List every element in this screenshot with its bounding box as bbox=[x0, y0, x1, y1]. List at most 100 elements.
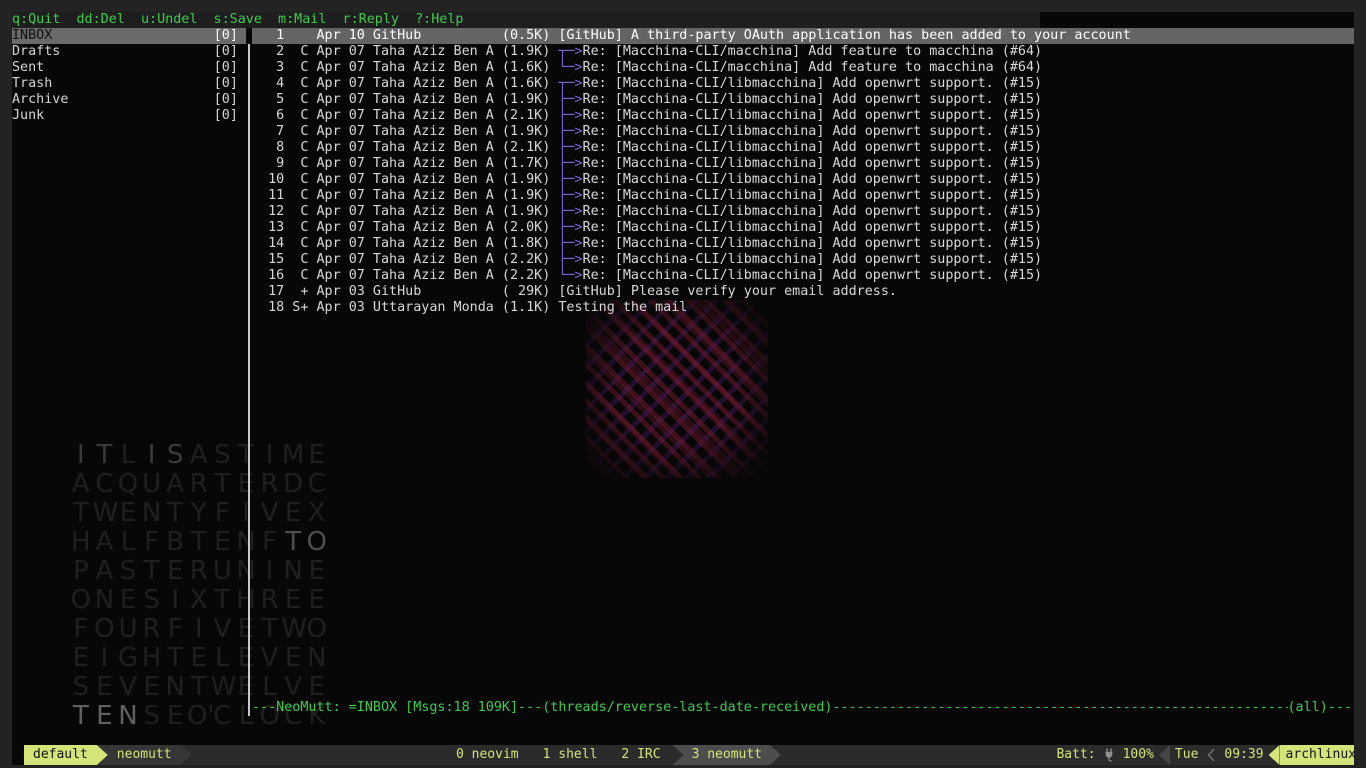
word-clock-letter: I bbox=[258, 557, 282, 586]
word-clock-letter: E bbox=[211, 528, 235, 557]
thread-tree-icon: ┬─> bbox=[558, 76, 582, 91]
mail-row[interactable]: 13 C Apr 07 Taha Aziz Ben A (2.0K) ├─>Re… bbox=[252, 220, 1354, 236]
tmux-status-bar: default neomutt 0 neovim1 shell2 IRC 3 ne… bbox=[24, 745, 1354, 765]
mail-row-meta: 12 C Apr 07 Taha Aziz Ben A (1.9K) bbox=[252, 204, 558, 219]
mail-row[interactable]: 18 S+ Apr 03 Uttarayan Monda (1.1K) Test… bbox=[252, 300, 1354, 316]
sidebar-item-archive[interactable]: Archive[0] bbox=[12, 92, 246, 108]
mail-row[interactable]: 16 C Apr 07 Taha Aziz Ben A (2.2K) └─>Re… bbox=[252, 268, 1354, 284]
mail-row-meta: 8 C Apr 07 Taha Aziz Ben A (2.1K) bbox=[252, 140, 558, 155]
word-clock-letter: W bbox=[211, 673, 235, 702]
mail-subject: Re: [Macchina-CLI/libmacchina] Add openw… bbox=[583, 252, 1043, 267]
mail-subject: Re: [Macchina-CLI/libmacchina] Add openw… bbox=[583, 268, 1043, 283]
word-clock-letter: E bbox=[140, 673, 164, 702]
mail-row[interactable]: 11 C Apr 07 Taha Aziz Ben A (1.9K) ├─>Re… bbox=[252, 188, 1354, 204]
mail-row[interactable]: 2 C Apr 07 Taha Aziz Ben A (1.9K) ┬─>Re:… bbox=[252, 44, 1354, 60]
mail-row[interactable]: 14 C Apr 07 Taha Aziz Ben A (1.8K) ├─>Re… bbox=[252, 236, 1354, 252]
thread-tree-icon: ├─> bbox=[558, 252, 582, 267]
mail-subject: Re: [Macchina-CLI/libmacchina] Add openw… bbox=[583, 204, 1043, 219]
mail-row-meta: 3 C Apr 07 Taha Aziz Ben A (1.6K) bbox=[252, 60, 558, 75]
tmux-session-name[interactable]: default bbox=[24, 745, 97, 765]
sidebar-item-drafts[interactable]: Drafts [0] bbox=[12, 44, 246, 60]
mail-row-meta: 9 C Apr 07 Taha Aziz Ben A (1.7K) bbox=[252, 156, 558, 171]
mailbox-count: [0] bbox=[214, 108, 246, 124]
mailbox-name: Archive bbox=[12, 92, 68, 108]
sidebar-item-inbox[interactable]: INBOX[0] bbox=[12, 28, 246, 44]
word-clock-letter: X bbox=[305, 499, 329, 528]
mail-row-meta: 11 C Apr 07 Taha Aziz Ben A (1.9K) bbox=[252, 188, 558, 203]
thread-tree-icon: ├─> bbox=[558, 220, 582, 235]
tmux-host-label: neomutt bbox=[108, 745, 181, 765]
mail-subject: Re: [Macchina-CLI/libmacchina] Add openw… bbox=[583, 108, 1043, 123]
powerline-arrow-icon bbox=[1269, 745, 1280, 765]
word-clock-letter: I bbox=[140, 441, 164, 470]
mail-subject: Re: [Macchina-CLI/libmacchina] Add openw… bbox=[583, 76, 1043, 91]
mailbox-name: Drafts bbox=[12, 44, 60, 60]
word-clock-letter: A bbox=[163, 470, 187, 499]
mail-row[interactable]: 5 C Apr 07 Taha Aziz Ben A (1.9K) ├─>Re:… bbox=[252, 92, 1354, 108]
mailbox-name: INBOX bbox=[12, 28, 52, 44]
thread-tree-icon: ┬─> bbox=[558, 44, 582, 59]
mail-row-meta: 18 S+ Apr 03 Uttarayan Monda (1.1K) bbox=[252, 300, 558, 315]
tmux-window[interactable]: 2 IRC bbox=[609, 745, 672, 765]
mail-row-meta: 16 C Apr 07 Taha Aziz Ben A (2.2K) bbox=[252, 268, 558, 283]
word-clock-letter: O bbox=[93, 615, 117, 644]
word-clock-letter: O bbox=[69, 586, 93, 615]
mail-row[interactable]: 7 C Apr 07 Taha Aziz Ben A (1.9K) ├─>Re:… bbox=[252, 124, 1354, 140]
mailbox-count: [0] bbox=[214, 76, 246, 92]
word-clock-letter: S bbox=[163, 441, 187, 470]
mailbox-sidebar: INBOX[0] Drafts[0] Sent[0] Trash[0] Arch… bbox=[12, 28, 246, 124]
powerline-arrow-icon bbox=[1159, 745, 1170, 765]
word-clock-letter: L bbox=[116, 441, 140, 470]
mail-subject: [GitHub] Please verify your email addres… bbox=[558, 284, 897, 299]
word-clock-letter: T bbox=[187, 673, 211, 702]
mail-row[interactable]: 17 + Apr 03 GitHub ( 29K) [GitHub] Pleas… bbox=[252, 284, 1354, 300]
mail-subject: Re: [Macchina-CLI/libmacchina] Add openw… bbox=[583, 188, 1043, 203]
mail-row[interactable]: 15 C Apr 07 Taha Aziz Ben A (2.2K) ├─>Re… bbox=[252, 252, 1354, 268]
mail-row-meta: 15 C Apr 07 Taha Aziz Ben A (2.2K) bbox=[252, 252, 558, 267]
word-clock-letter: E bbox=[305, 441, 329, 470]
word-clock-letter: E bbox=[93, 673, 117, 702]
terminal-window: ITLISASTIMEACQUARTERDCTWENTYFIVEXHALFBTE… bbox=[12, 12, 1354, 765]
word-clock-letter: N bbox=[140, 499, 164, 528]
mail-row-meta: 4 C Apr 07 Taha Aziz Ben A (1.6K) bbox=[252, 76, 558, 91]
word-clock-letter: T bbox=[187, 528, 211, 557]
mail-row[interactable]: 6 C Apr 07 Taha Aziz Ben A (2.1K) ├─>Re:… bbox=[252, 108, 1354, 124]
word-clock-letter: N bbox=[234, 557, 258, 586]
tmux-window[interactable]: 1 shell bbox=[531, 745, 610, 765]
word-clock-letter: H bbox=[69, 528, 93, 557]
word-clock-letter: T bbox=[211, 586, 235, 615]
mail-row[interactable]: 1 Apr 10 GitHub (0.5K) [GitHub] A third-… bbox=[252, 28, 1354, 44]
mail-subject: Re: [Macchina-CLI/libmacchina] Add openw… bbox=[583, 236, 1043, 251]
word-clock-letter: T bbox=[93, 441, 117, 470]
mail-row[interactable]: 9 C Apr 07 Taha Aziz Ben A (1.7K) ├─>Re:… bbox=[252, 156, 1354, 172]
word-clock-letter: U bbox=[211, 557, 235, 586]
plug-icon bbox=[1101, 745, 1118, 765]
word-clock-letter: E bbox=[305, 557, 329, 586]
mailbox-name: Sent bbox=[12, 60, 44, 76]
word-clock-letter: R bbox=[258, 470, 282, 499]
tmux-window[interactable]: 0 neovim bbox=[444, 745, 531, 765]
mailbox-count: [0] bbox=[214, 44, 246, 60]
sidebar-item-trash[interactable]: Trash[0] bbox=[12, 76, 246, 92]
mail-row[interactable]: 4 C Apr 07 Taha Aziz Ben A (1.6K) ┬─>Re:… bbox=[252, 76, 1354, 92]
word-clock-letter: Y bbox=[187, 499, 211, 528]
word-clock-letter: M bbox=[281, 441, 305, 470]
sidebar-item-sent[interactable]: Sent[0] bbox=[12, 60, 246, 76]
sidebar-item-junk[interactable]: Junk[0] bbox=[12, 108, 246, 124]
word-clock-row: SEVENTWELVE bbox=[69, 673, 329, 702]
thread-tree-icon: └─> bbox=[558, 268, 582, 283]
thread-tree-icon: ├─> bbox=[558, 156, 582, 171]
word-clock-letter: E bbox=[234, 673, 258, 702]
mail-row[interactable]: 8 C Apr 07 Taha Aziz Ben A (2.1K) ├─>Re:… bbox=[252, 140, 1354, 156]
word-clock-letter: U bbox=[140, 470, 164, 499]
word-clock-letter: N bbox=[116, 702, 140, 731]
mail-subject: Re: [Macchina-CLI/libmacchina] Add openw… bbox=[583, 124, 1043, 139]
mail-row[interactable]: 10 C Apr 07 Taha Aziz Ben A (1.9K) ├─>Re… bbox=[252, 172, 1354, 188]
word-clock-letter: R bbox=[187, 557, 211, 586]
word-clock-letter: S bbox=[140, 702, 164, 731]
mail-row[interactable]: 3 C Apr 07 Taha Aziz Ben A (1.6K) └─>Re:… bbox=[252, 60, 1354, 76]
mail-row-meta: 6 C Apr 07 Taha Aziz Ben A (2.1K) bbox=[252, 108, 558, 123]
thread-tree-icon: ├─> bbox=[558, 92, 582, 107]
tmux-window-active[interactable]: 3 neomutt bbox=[684, 745, 770, 765]
mail-row[interactable]: 12 C Apr 07 Taha Aziz Ben A (1.9K) ├─>Re… bbox=[252, 204, 1354, 220]
